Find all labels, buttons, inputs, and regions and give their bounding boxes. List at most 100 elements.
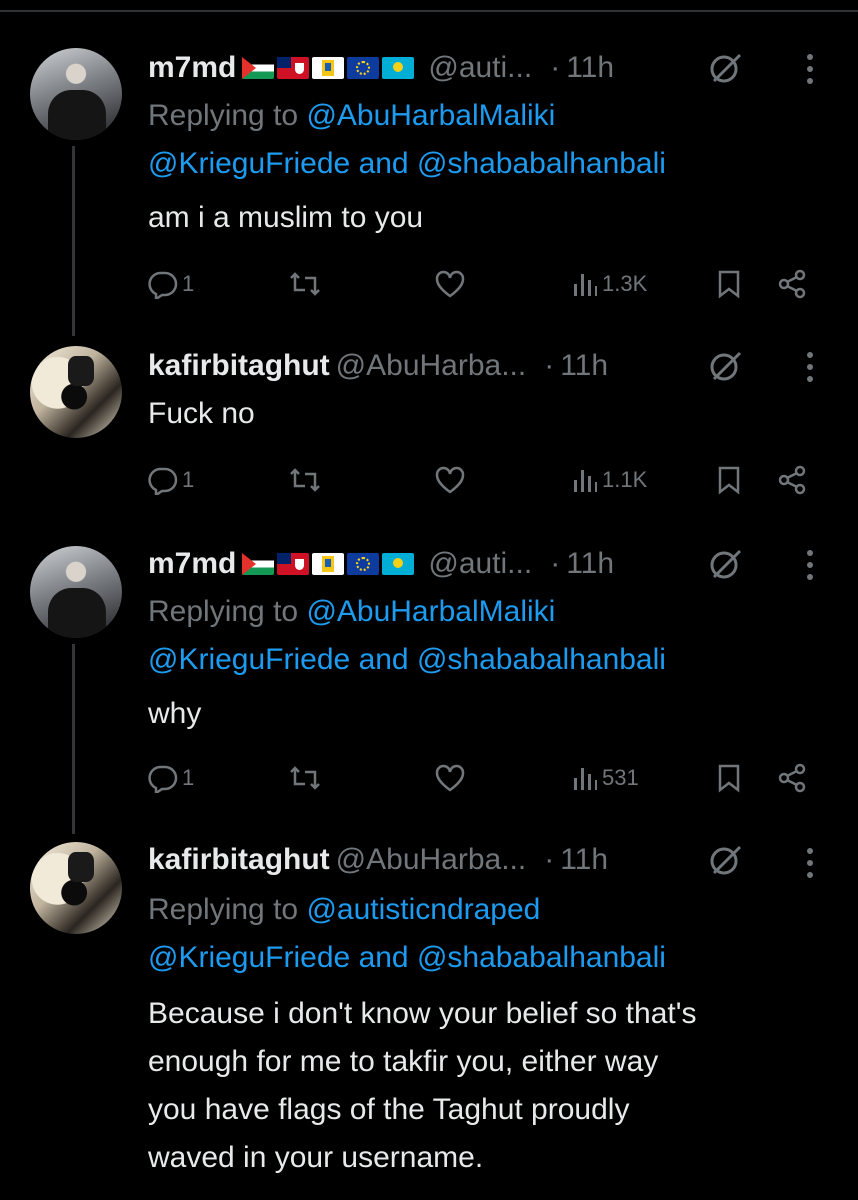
tweet-text: why [148, 697, 202, 730]
retweet-button[interactable] [288, 266, 322, 302]
mention-link[interactable]: @shababalhanbali [417, 147, 666, 180]
reply-icon [148, 467, 178, 495]
and-link[interactable]: and [359, 147, 409, 180]
handle[interactable]: @AbuHarba... [336, 843, 527, 877]
no-entry-icon[interactable] [708, 50, 744, 86]
replying-to-label: Replying to [148, 595, 299, 628]
kazakhstan-flag-icon [382, 57, 415, 79]
tweet-text: Fuck no [148, 397, 255, 430]
reply-button[interactable]: 1 [148, 462, 194, 498]
flag-emojis [242, 553, 415, 575]
display-name[interactable]: m7md [148, 51, 236, 85]
tweet-header: kafirbitaghut @AbuHarba... · 11h [148, 840, 618, 880]
views-button[interactable]: 1.1K [572, 462, 647, 498]
bookmark-button[interactable] [716, 462, 742, 498]
action-bar: 1 1.1K [148, 462, 838, 498]
reply-count: 1 [182, 467, 195, 492]
handle[interactable]: @auti... [428, 51, 532, 85]
share-button[interactable] [776, 462, 808, 498]
timestamp[interactable]: 11h [560, 843, 608, 877]
flag-emojis [242, 57, 415, 79]
bookmark-icon [718, 270, 740, 299]
reply-icon [148, 271, 178, 299]
mention-link[interactable]: @autisticndraped [306, 893, 540, 926]
more-options-icon[interactable] [804, 350, 816, 384]
palestine-flag-icon [242, 57, 275, 79]
replying-to: Replying to @AbuHarbalMaliki @KrieguFrie… [148, 588, 666, 684]
like-button[interactable] [434, 760, 466, 796]
separator-dot: · [544, 843, 555, 876]
handle[interactable]: @auti... [428, 547, 532, 581]
bookmark-button[interactable] [716, 266, 742, 302]
timestamp[interactable]: 11h [566, 51, 614, 85]
reply-icon [148, 765, 178, 793]
no-entry-icon[interactable] [708, 348, 744, 384]
mention-link[interactable]: @shababalhanbali [417, 643, 666, 676]
retweet-icon [290, 272, 320, 296]
display-name[interactable]: kafirbitaghut [148, 843, 330, 877]
mention-link[interactable]: @AbuHarbalMaliki [306, 595, 555, 628]
eu-flag-icon [347, 553, 380, 575]
tweet-text-line: waved in your username. [148, 1141, 484, 1174]
share-button[interactable] [776, 760, 808, 796]
bermuda-flag-icon [277, 553, 310, 575]
avatar[interactable] [30, 842, 122, 934]
views-button[interactable]: 531 [572, 760, 639, 796]
share-icon [778, 465, 806, 495]
heart-icon [435, 270, 465, 298]
retweet-button[interactable] [288, 760, 322, 796]
separator-dot: · [550, 51, 561, 84]
us-virgin-islands-flag-icon [312, 553, 345, 575]
tweet-text-line: Because i don't know your belief so that… [148, 997, 697, 1030]
timestamp[interactable]: 11h [566, 547, 614, 581]
mention-link[interactable]: @KrieguFriede [148, 147, 350, 180]
tweet-text-line: you have flags of the Taghut proudly [148, 1093, 630, 1126]
tweet-text-line: enough for me to takfir you, either way [148, 1045, 659, 1078]
share-button[interactable] [776, 266, 808, 302]
action-bar: 1 531 [148, 760, 838, 796]
reply-button[interactable]: 1 [148, 760, 194, 796]
tweet-header: m7md @auti... · 11h [148, 48, 624, 88]
views-icon [574, 274, 597, 296]
mention-link[interactable]: @shababalhanbali [417, 941, 666, 974]
tweet-header: m7md @auti... · 11h [148, 544, 624, 584]
reply-count: 1 [182, 765, 195, 790]
display-name[interactable]: m7md [148, 547, 236, 581]
views-count: 531 [602, 765, 639, 790]
timestamp[interactable]: 11h [560, 349, 608, 383]
views-icon [574, 470, 597, 492]
views-button[interactable]: 1.3K [572, 266, 647, 302]
tweet-text: am i a muslim to you [148, 201, 424, 234]
replying-to-label: Replying to [148, 99, 299, 132]
no-entry-icon[interactable] [708, 842, 744, 878]
mention-link[interactable]: @KrieguFriede [148, 941, 350, 974]
no-entry-icon[interactable] [708, 546, 744, 582]
retweet-icon [290, 766, 320, 790]
eu-flag-icon [347, 57, 380, 79]
share-icon [778, 269, 806, 299]
avatar[interactable] [30, 346, 122, 438]
handle[interactable]: @AbuHarba... [336, 349, 527, 383]
like-button[interactable] [434, 266, 466, 302]
like-button[interactable] [434, 462, 466, 498]
more-options-icon[interactable] [804, 846, 816, 880]
and-link[interactable]: and [359, 941, 409, 974]
more-options-icon[interactable] [804, 52, 816, 86]
mention-link[interactable]: @KrieguFriede [148, 643, 350, 676]
heart-icon [435, 764, 465, 792]
separator-dot: · [544, 349, 555, 382]
tweet-text: Because i don't know your belief so that… [148, 990, 838, 1182]
views-icon [574, 768, 597, 790]
reply-button[interactable]: 1 [148, 266, 194, 302]
thread-line [72, 644, 75, 834]
avatar[interactable] [30, 48, 122, 140]
palestine-flag-icon [242, 553, 275, 575]
more-options-icon[interactable] [804, 548, 816, 582]
retweet-button[interactable] [288, 462, 322, 498]
and-link[interactable]: and [359, 643, 409, 676]
mention-link[interactable]: @AbuHarbalMaliki [306, 99, 555, 132]
bookmark-button[interactable] [716, 760, 742, 796]
display-name[interactable]: kafirbitaghut [148, 349, 330, 383]
replying-to-label: Replying to [148, 893, 299, 926]
avatar[interactable] [30, 546, 122, 638]
